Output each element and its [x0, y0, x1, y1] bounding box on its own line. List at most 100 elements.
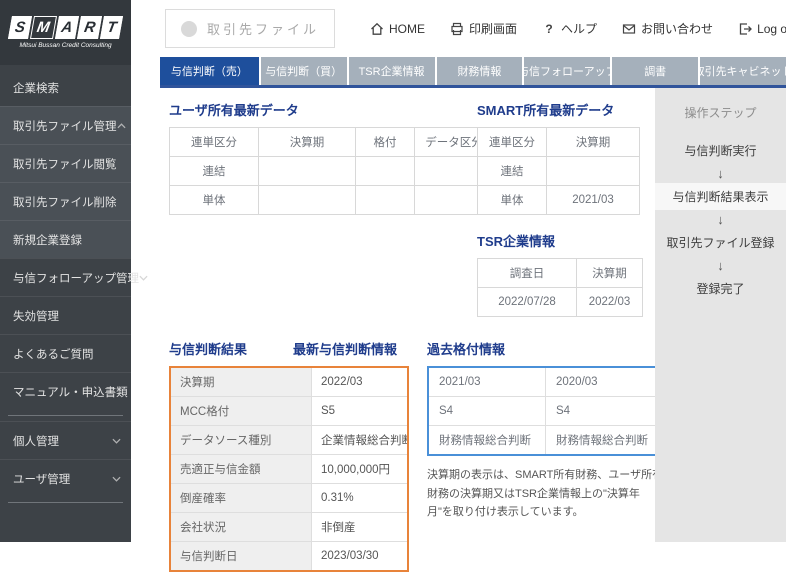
sidebar-item-manual-application-documents[interactable]: マニュアル・申込書類: [0, 372, 131, 410]
operation-steps-panel: 操作ステップ 与信判断実行 ↓ 与信判断結果表示 ↓ 取引先ファイル登録 ↓ 登録完了: [655, 88, 786, 542]
sidebar-item-label: 新規企業登録: [13, 234, 82, 247]
judgment-row: 売適正与信金額 10,000,000円: [169, 454, 409, 484]
sidebar-menu: 企業検索取引先ファイル管理取引先ファイル閲覧取引先ファイル削除新規企業登録与信フ…: [0, 65, 148, 542]
nav-label-logoff: Log off: [757, 21, 786, 36]
user-data-cell: [258, 156, 356, 186]
past-rating-cell: S4: [545, 396, 664, 426]
sidebar-divider: [8, 502, 123, 503]
home-icon: [370, 22, 384, 36]
judgment-row: データソース種別 企業情報総合判断: [169, 425, 409, 455]
sidebar-item-label: 個人管理: [13, 435, 59, 448]
company-file-button[interactable]: 取引先ファイル: [165, 9, 336, 48]
sidebar-item-label: 取引先ファイル閲覧: [13, 158, 117, 171]
nav-item-help[interactable]: ? ヘルプ: [542, 20, 597, 37]
step-arrow-icon: ↓: [717, 166, 724, 181]
sidebar-item-client-file-delete[interactable]: 取引先ファイル削除: [0, 182, 131, 220]
tsr-info-cell: 2022/03: [576, 287, 643, 317]
user-latest-data-table: 連単区分 決算期 格付 データ区分 連結 単体: [169, 127, 494, 215]
app-logo[interactable]: SMART Mitsui Bussan Credit Consulting: [0, 0, 131, 65]
sidebar-item-client-file-management[interactable]: 取引先ファイル管理: [0, 106, 131, 144]
sidebar-item-label: よくあるご質問: [13, 348, 94, 361]
help-icon: ?: [545, 21, 553, 36]
steps-title: 操作ステップ: [684, 106, 757, 120]
tsr-info-cell: 2022/07/28: [477, 287, 577, 317]
tsr-info-row: 2022/07/28 2022/03: [477, 287, 643, 317]
nav-item-logoff[interactable]: Log off: [738, 22, 786, 36]
judgment-label: データソース種別: [169, 425, 312, 455]
tab-credit-followup[interactable]: 与信フォローアップ: [522, 57, 611, 85]
sidebar-item-label: ユーザ管理: [13, 473, 71, 486]
judgment-label: 与信判断日: [169, 541, 312, 572]
smart-data-cell: 2021/03: [546, 185, 640, 215]
chevron-down-icon: [112, 473, 121, 485]
sidebar-item-faq[interactable]: よくあるご質問: [0, 334, 131, 372]
judgment-row: 倒産確率 0.31%: [169, 483, 409, 513]
past-rating-cell: 財務情報総合判断: [427, 425, 546, 456]
judgment-value: 10,000,000円: [311, 454, 409, 484]
logout-icon: [738, 22, 752, 36]
user-data-header-cell: 格付: [355, 127, 415, 157]
tab-credit-judgment-buy[interactable]: 与信判断（買）: [258, 57, 347, 85]
judgment-label: 会社状況: [169, 512, 312, 542]
tsr-info-title: TSR企業情報: [477, 234, 556, 249]
nav-item-print[interactable]: 印刷画面: [450, 20, 517, 37]
nav-item-home[interactable]: HOME: [370, 22, 425, 36]
sidebar-item-label: 与信フォローアップ管理: [13, 272, 140, 285]
company-file-label: 取引先ファイル: [207, 22, 320, 37]
user-data-row: 連結: [169, 156, 494, 186]
user-data-title: ユーザ所有最新データ: [169, 103, 299, 118]
tab-client-cabinet[interactable]: 取引先キャビネット: [698, 57, 786, 85]
tab-tsr-company-info[interactable]: TSR企業情報: [346, 57, 435, 85]
user-data-cell: [355, 185, 415, 215]
sidebar-item-personal-management[interactable]: 個人管理: [0, 421, 131, 459]
sidebar-item-credit-followup-management[interactable]: 与信フォローアップ管理: [0, 258, 148, 296]
judgment-title: 与信判断結果: [169, 342, 248, 357]
chevron-down-icon: [112, 435, 121, 447]
past-rating-cell: 2020/03: [545, 366, 664, 397]
status-circle-icon: [181, 20, 197, 37]
nav-item-contact[interactable]: お問い合わせ: [622, 20, 713, 37]
sidebar-item-label: 失効管理: [13, 310, 59, 323]
sidebar-item-company-search[interactable]: 企業検索: [0, 69, 131, 106]
tab-financial-info[interactable]: 財務情報: [434, 57, 523, 85]
sidebar-item-client-file-view[interactable]: 取引先ファイル閲覧: [0, 144, 131, 182]
sidebar-item-new-company-registration[interactable]: 新規企業登録: [0, 220, 131, 258]
step-credit-judgment-result: 与信判断結果表示: [655, 183, 786, 210]
judgment-column-header: 最新与信判断情報: [293, 342, 398, 357]
past-rating-row: 財務情報総合判断 財務情報総合判断: [427, 425, 664, 456]
judgment-value: 2022/03: [311, 366, 409, 397]
step-arrow-icon: ↓: [717, 212, 724, 227]
tsr-info-header-cell: 決算期: [576, 258, 643, 288]
credit-judgment-result-table: 決算期 2022/03 MCC格付 S5 データソース種別 企業情報総合判断 売適正与信金額…: [169, 366, 409, 572]
smart-data-cell: 単体: [477, 185, 547, 215]
judgment-label: MCC格付: [169, 396, 312, 426]
logo-letter: A: [54, 16, 80, 39]
top-header: 取引先ファイル HOME 印刷画面 ? ヘルプ お問い合わせ Log off: [131, 0, 786, 57]
judgment-label: 決算期: [169, 366, 312, 397]
tab-credit-judgment-sell[interactable]: 与信判断（売）: [160, 57, 259, 85]
logo-letter: M: [29, 16, 57, 39]
sidebar-item-label: 企業検索: [13, 82, 59, 95]
user-data-cell: 連結: [169, 156, 259, 186]
user-data-cell: [355, 156, 415, 186]
tsr-info-table: 調査日 決算期 2022/07/28 2022/03: [477, 258, 643, 317]
user-data-row: 単体: [169, 185, 494, 215]
smart-data-header-cell: 決算期: [546, 127, 640, 157]
step-registration-complete: 登録完了: [696, 282, 745, 296]
smart-data-row: 単体 2021/03: [477, 185, 640, 215]
fiscal-period-note: 決算期の表示は、SMART所有財務、ユーザ所有財務の決算期又はTSR企業情報上の…: [427, 469, 664, 519]
judgment-row: 与信判断日 2023/03/30: [169, 541, 409, 572]
judgment-label: 倒産確率: [169, 483, 312, 513]
smart-logo: SMART: [7, 16, 124, 39]
logo-tagline: Mitsui Bussan Credit Consulting: [19, 42, 112, 49]
nav-label-home: HOME: [389, 21, 426, 36]
sidebar-item-expiration-management[interactable]: 失効管理: [0, 296, 131, 334]
nav-label-print: 印刷画面: [469, 22, 518, 36]
smart-data-cell: [546, 156, 640, 186]
chevron-up-icon: [116, 120, 126, 132]
logo-letter: S: [7, 16, 32, 39]
past-rating-table: 2021/03 2020/03 S4 S4 財務情報総合判断 財務情報総合判断: [427, 366, 664, 456]
sidebar-item-user-management[interactable]: ユーザ管理: [0, 459, 131, 497]
step-client-file-register: 取引先ファイル登録: [666, 236, 775, 250]
tab-report[interactable]: 調書: [610, 57, 699, 85]
